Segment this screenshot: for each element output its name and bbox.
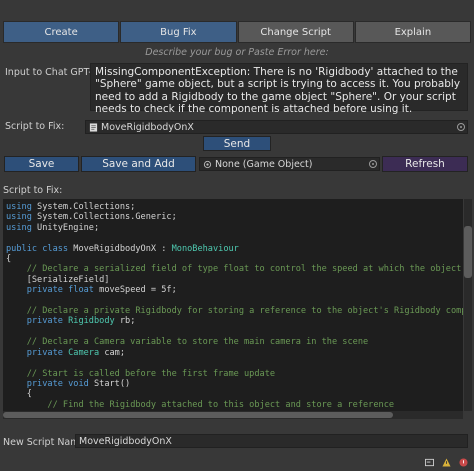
csharp-script-icon	[89, 122, 98, 132]
tab-bug-fix-label: Bug Fix	[160, 26, 197, 38]
status-bar-icons	[425, 458, 468, 467]
code-line: // Find the Rigidbody attached to this o…	[47, 399, 395, 410]
warning-icon[interactable]	[442, 458, 451, 467]
code-line: ​	[6, 327, 463, 337]
game-object-icon	[203, 160, 212, 168]
code-line: private Rigidbody rb;	[26, 316, 136, 327]
send-button-label: Send	[223, 137, 251, 150]
bug-description-hint: Describe your bug or Paste Error here:	[145, 47, 329, 58]
code-line: using System.Collections;	[6, 202, 136, 212]
code-line: // Declare a private Rigidbody for stori…	[26, 306, 463, 317]
tab-create[interactable]: Create	[3, 21, 120, 43]
tab-change-script-label: Change Script	[260, 26, 331, 38]
vertical-scroll-thumb[interactable]	[464, 226, 472, 278]
code-editor[interactable]: using System.Collections; using System.Co…	[3, 199, 463, 411]
code-line: {	[6, 389, 32, 400]
code-line: public class MoveRigidbodyOnX : MonoBeha…	[6, 243, 239, 254]
code-line: private Camera cam;	[26, 347, 126, 358]
code-line: private void Start()	[26, 378, 131, 389]
code-line: // Declare a serialized field of type fl…	[26, 264, 463, 275]
vertical-scrollbar[interactable]	[464, 199, 472, 411]
new-script-name-input[interactable]: MoveRigidbodyOnX	[75, 434, 468, 448]
save-and-add-button-label: Save and Add	[102, 158, 175, 170]
tab-create-label: Create	[44, 26, 78, 38]
chat-input-field[interactable]: MissingComponentException: There is no '…	[90, 63, 468, 115]
code-line: using System.Collections.Generic;	[6, 212, 177, 223]
code-line: {	[6, 254, 12, 265]
send-button[interactable]: Send	[203, 136, 271, 151]
game-object-value: None (Game Object)	[215, 158, 313, 170]
refresh-button-label: Refresh	[405, 158, 445, 170]
save-button-label: Save	[28, 158, 55, 170]
script-to-fix-field[interactable]: MoveRigidbodyOnX	[85, 120, 468, 134]
save-button[interactable]: Save	[4, 156, 79, 172]
tab-bug-fix[interactable]: Bug Fix	[120, 21, 237, 43]
code-line: [SerializeField]	[6, 274, 110, 285]
script-to-fix-label: Script to Fix:	[5, 121, 65, 132]
tab-explain-label: Explain	[394, 26, 432, 38]
save-and-add-button[interactable]: Save and Add	[81, 156, 196, 172]
code-line: private float moveSpeed = 5f;	[26, 285, 177, 296]
refresh-button[interactable]: Refresh	[382, 156, 468, 172]
code-line: ​	[6, 296, 463, 306]
horizontal-scroll-thumb[interactable]	[3, 412, 393, 418]
code-line: ​	[6, 358, 463, 368]
tab-explain[interactable]: Explain	[354, 21, 471, 43]
script-to-fix-value: MoveRigidbodyOnX	[101, 121, 194, 133]
code-label: Script to Fix:	[3, 185, 63, 196]
code-line: ​	[6, 233, 463, 243]
game-object-field[interactable]: None (Game Object)	[199, 157, 380, 171]
tab-bar: Create Bug Fix Change Script Explain	[3, 21, 471, 43]
code-line: // Start is called before the first fram…	[26, 368, 276, 379]
code-line: // Declare a Camera variable to store th…	[26, 337, 369, 348]
code-line: using UnityEngine;	[6, 222, 100, 233]
horizontal-scrollbar[interactable]	[3, 411, 463, 419]
tab-change-script[interactable]: Change Script	[237, 21, 354, 43]
error-icon[interactable]	[459, 458, 468, 467]
chat-input-label: Input to Chat GPT-3:	[5, 67, 102, 78]
object-picker-icon[interactable]	[369, 160, 377, 168]
console-icon[interactable]	[425, 458, 434, 467]
object-picker-icon[interactable]	[457, 123, 465, 131]
